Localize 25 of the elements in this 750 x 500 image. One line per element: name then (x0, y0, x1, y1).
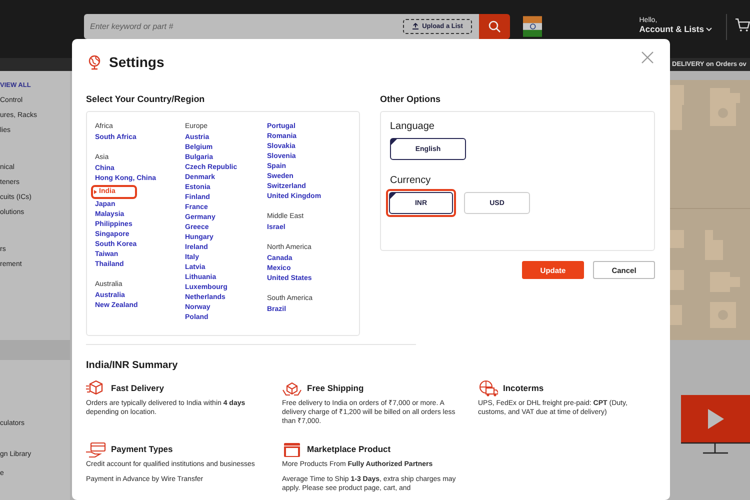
close-icon (641, 50, 654, 64)
section-title: Other Options (380, 94, 442, 105)
globe-icon (88, 54, 101, 70)
feature-title: Payment Types (111, 444, 173, 454)
feature-title: Free Shipping (307, 383, 364, 393)
package-hands-icon (282, 380, 302, 396)
summary-title: India/INR Summary (86, 360, 179, 372)
account-menu[interactable]: Account & Lists (639, 24, 718, 34)
card-hand-icon (86, 440, 106, 458)
option-label: Language (390, 121, 436, 133)
feature-title: Fast Delivery (111, 383, 164, 393)
search-icon (488, 20, 501, 33)
section-title: Select Your Country/Region (86, 94, 206, 105)
store-icon (282, 440, 302, 458)
flag-icon (522, 16, 542, 37)
upload-icon (412, 23, 420, 30)
option-label: Currency (390, 175, 432, 187)
globe-truck-icon (478, 380, 498, 396)
dialog-title: Settings (109, 54, 164, 70)
search-button[interactable] (478, 14, 510, 39)
feature-title: Incoterms (503, 383, 544, 393)
feature-title: Marketplace Product (307, 444, 391, 454)
cart-icon (735, 18, 750, 32)
close-button[interactable] (641, 50, 654, 64)
chevron-icon (706, 26, 712, 32)
